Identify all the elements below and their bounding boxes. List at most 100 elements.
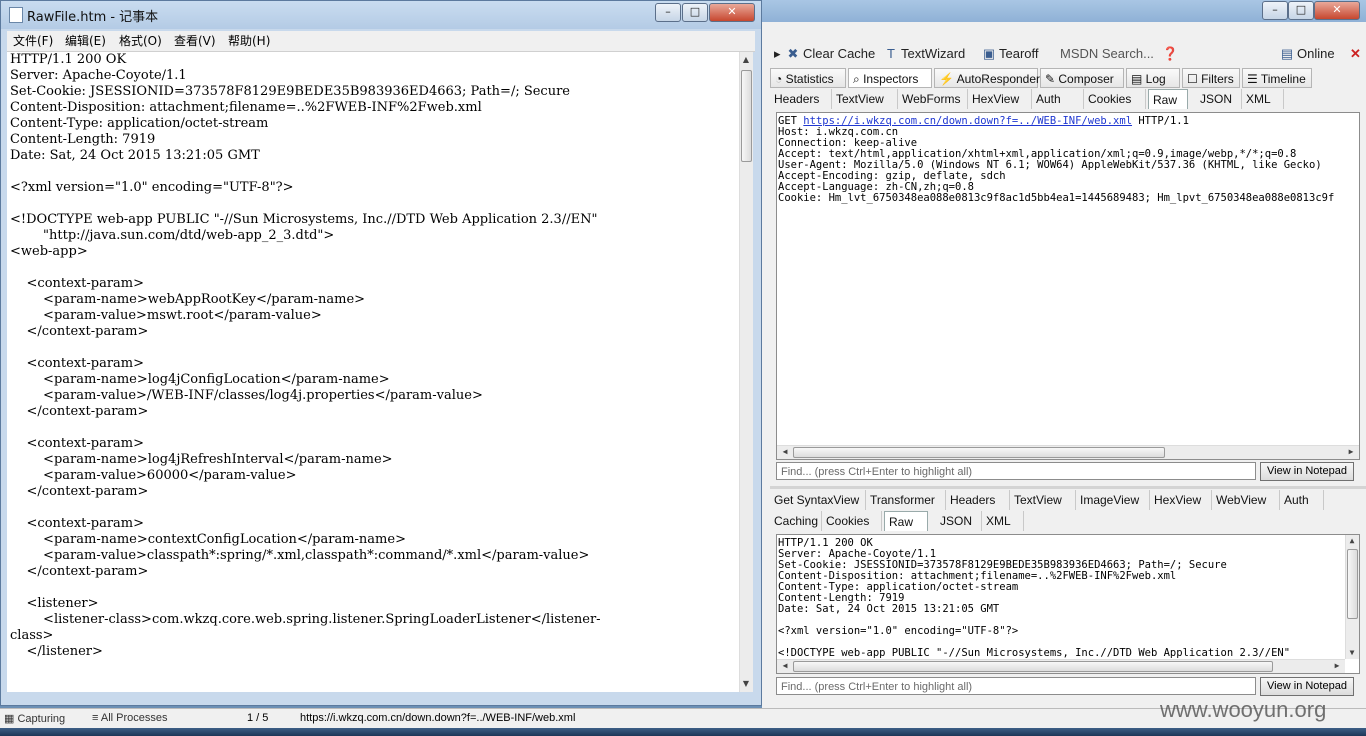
online-label: Online [1297,46,1335,61]
close-button[interactable]: ✕ [1314,1,1360,20]
resp-tab-hexview[interactable]: HexView [1150,490,1212,510]
scroll-left-icon[interactable]: ◀ [779,661,791,671]
resp-tab-webview[interactable]: WebView [1212,490,1280,510]
notepad-line: <param-value>mswt.root</param-value> [10,308,322,323]
notepad-line: </context-param> [10,324,149,339]
resp-tab-imageview[interactable]: ImageView [1076,490,1150,510]
response-raw-pane[interactable]: HTTP/1.1 200 OK Server: Apache-Coyote/1.… [776,534,1360,674]
capturing-indicator[interactable]: ▦ Capturing [4,712,65,725]
req-tab-auth[interactable]: Auth [1032,89,1084,109]
resp-tab-cookies[interactable]: Cookies [822,511,882,531]
req-tab-textview[interactable]: TextView [832,89,898,109]
notepad-line [10,340,739,356]
tab-label: Filters [1201,72,1234,86]
tab-timeline[interactable]: ☰ Timeline [1242,68,1312,88]
online-indicator[interactable]: ▤ Online [1280,45,1335,63]
menu-help[interactable]: 帮助(H) [228,33,270,49]
menu-view[interactable]: 查看(V) [174,33,216,49]
notepad-line: <listener> [10,596,99,611]
notepad-line: <param-value>classpath*:spring/*.xml,cla… [10,548,590,563]
scroll-down-icon[interactable]: ▼ [1346,648,1358,658]
notepad-vscrollbar[interactable]: ▲ ▼ [739,52,753,692]
fiddler-status-bar: ▦ Capturing ≡ All Processes 1 / 5 https:… [0,697,1366,729]
tab-composer[interactable]: ✎ Composer [1040,68,1124,88]
minimize-button[interactable]: – [1262,1,1288,20]
resp-tab-auth[interactable]: Auth [1280,490,1324,510]
scroll-down-icon[interactable]: ▼ [740,679,752,689]
notepad-line: <param-value>60000</param-value> [10,468,297,483]
req-tab-cookies[interactable]: Cookies [1084,89,1146,109]
response-vscrollbar[interactable]: ▲ ▼ [1345,535,1359,659]
windows-taskbar [0,728,1366,736]
resp-tab-transformer[interactable]: Transformer [866,490,946,510]
notepad-minimize-button[interactable]: – [655,3,681,22]
request-raw-pane[interactable]: GET https://i.wkzq.com.cn/down.down?f=..… [776,112,1360,460]
request-find-input[interactable]: Find... (press Ctrl+Enter to highlight a… [776,462,1256,480]
notepad-line [10,164,739,180]
response-find-input[interactable]: Find... (press Ctrl+Enter to highlight a… [776,677,1256,695]
notepad-maximize-button[interactable]: □ [682,3,708,22]
splitter[interactable] [770,486,1366,489]
resp-tab-json[interactable]: JSON [936,511,982,531]
resp-tab-headers[interactable]: Headers [946,490,1010,510]
response-line: <!DOCTYPE web-app PUBLIC "-//Sun Microsy… [778,647,1291,659]
request-hscroll-thumb[interactable] [793,447,1165,458]
notepad-line: <context-param> [10,436,145,451]
notepad-line: </context-param> [10,484,149,499]
scroll-up-icon[interactable]: ▲ [740,55,752,65]
maximize-button[interactable]: □ [1288,1,1314,20]
tab-inspectors[interactable]: ⌕ Inspectors [848,68,932,88]
menu-edit[interactable]: 编辑(E) [65,33,106,49]
notepad-line: <param-name>contextConfigLocation</param… [10,532,406,547]
scroll-right-icon[interactable]: ▶ [1345,447,1357,457]
notepad-close-button[interactable]: ✕ [709,3,755,22]
scroll-up-icon[interactable]: ▲ [1346,536,1358,546]
scroll-right-icon[interactable]: ▶ [1331,661,1343,671]
tearoff-button[interactable]: ▣ Tearoff [982,45,1039,63]
response-vscroll-thumb[interactable] [1347,549,1358,619]
req-tab-headers[interactable]: Headers [770,89,832,109]
tab-autoresponder[interactable]: ⚡ AutoResponder [934,68,1041,88]
request-view-in-notepad-button[interactable]: View in Notepad [1260,462,1354,481]
resp-tab-get-syntaxview[interactable]: Get SyntaxView [770,490,866,510]
toolbar-close-icon[interactable]: ✕ [1350,45,1361,63]
response-line: Date: Sat, 24 Oct 2015 13:21:05 GMT [778,603,1000,615]
req-tab-xml[interactable]: XML [1242,89,1284,109]
notepad-text-area[interactable]: HTTP/1.1 200 OK Server: Apache-Coyote/1.1… [7,52,739,692]
request-protocol: HTTP/1.1 [1138,115,1189,127]
resp-tab-raw[interactable]: Raw [884,511,928,531]
tab-filters[interactable]: ☐ Filters [1182,68,1240,88]
response-hscroll-thumb[interactable] [793,661,1273,672]
resp-tab-textview[interactable]: TextView [1010,490,1076,510]
resp-tab-caching[interactable]: Caching [770,511,822,531]
msdn-search-box[interactable]: MSDN Search... [1060,45,1154,63]
req-tab-hexview[interactable]: HexView [968,89,1032,109]
help-icon[interactable]: ❓ [1162,45,1179,63]
req-tab-raw[interactable]: Raw [1148,89,1188,109]
resp-tab-xml[interactable]: XML [982,511,1024,531]
scroll-left-icon[interactable]: ◀ [779,447,791,457]
menu-format[interactable]: 格式(O) [119,33,162,49]
notepad-title-bar[interactable]: RawFile.htm - 记事本 – □ ✕ [1,1,761,29]
notepad-vscroll-thumb[interactable] [741,70,752,162]
response-hscrollbar[interactable]: ◀ ▶ [777,659,1345,673]
menu-file[interactable]: 文件(F) [13,33,53,49]
tab-label: Inspectors [863,72,919,86]
tab-statistics[interactable]: ◔ Statistics [770,68,846,88]
notepad-line: Date: Sat, 24 Oct 2015 13:21:05 GMT [10,148,260,163]
req-tab-json[interactable]: JSON [1196,89,1242,109]
notepad-icon [9,7,23,23]
textwizard-button[interactable]: T TextWizard [884,45,965,63]
req-tab-webforms[interactable]: WebForms [898,89,968,109]
capture-icon: ▦ [4,713,15,725]
tab-log[interactable]: ▤ Log [1126,68,1180,88]
response-view-in-notepad-button[interactable]: View in Notepad [1260,677,1354,696]
process-filter[interactable]: ≡ All Processes [92,712,168,724]
tab-label: AutoResponder [956,72,1041,86]
tab-label: Timeline [1260,72,1306,86]
capturing-label: Capturing [17,713,66,725]
clear-cache-button[interactable]: ✖ Clear Cache [786,45,876,63]
toolbar-overflow[interactable]: ▸ [774,45,781,63]
request-hscrollbar[interactable]: ◀ ▶ [777,445,1359,459]
notepad-line: HTTP/1.1 200 OK [10,52,127,67]
